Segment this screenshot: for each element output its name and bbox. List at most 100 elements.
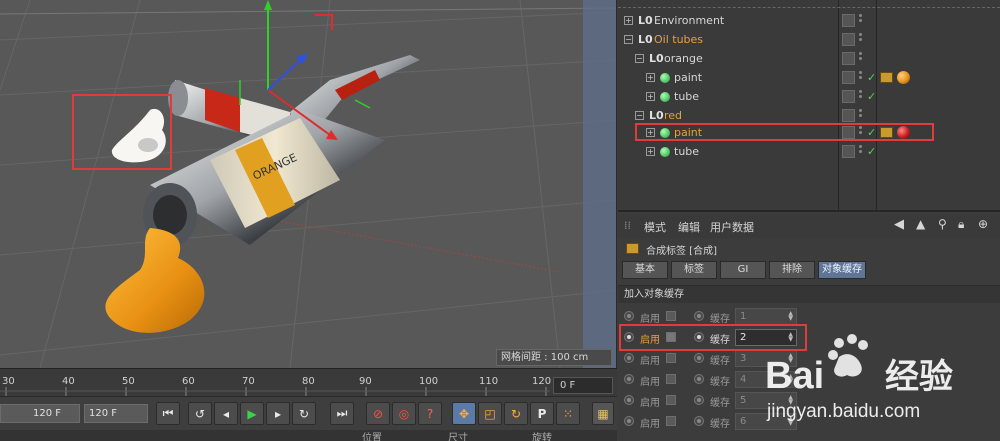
- 3d-viewport[interactable]: ORANGE 网格间距 : 100 cm: [0, 0, 617, 368]
- enabled-check-icon[interactable]: ✓: [867, 142, 876, 161]
- menu-user-data[interactable]: 用户数据: [710, 219, 754, 235]
- menu-mode[interactable]: 模式: [644, 219, 666, 235]
- expand-toggle[interactable]: +: [646, 73, 655, 82]
- object-row-tube-orange[interactable]: + tube ✓: [618, 87, 1000, 106]
- visibility-toggle[interactable]: [842, 52, 855, 65]
- record-scale-button[interactable]: ◰: [478, 402, 502, 425]
- enabled-check-icon[interactable]: ✓: [867, 68, 876, 87]
- visibility-toggle[interactable]: [842, 14, 855, 27]
- enable-label: 启用: [640, 419, 660, 430]
- visibility-toggle[interactable]: [842, 109, 855, 122]
- timeline-ruler[interactable]: 30 40 50 60 70 80 90 100 110 120: [0, 368, 617, 397]
- enable-checkbox[interactable]: [666, 374, 676, 384]
- lock-icon[interactable]: 🔒︎: [958, 217, 964, 232]
- back-arrow-icon[interactable]: ◀: [894, 217, 904, 232]
- animate-radio[interactable]: [624, 395, 634, 405]
- record-active-button[interactable]: ⊘: [366, 402, 390, 425]
- visibility-toggle[interactable]: [842, 145, 855, 158]
- collapse-toggle[interactable]: −: [635, 111, 644, 120]
- play-button[interactable]: ▶: [240, 402, 264, 425]
- current-frame-field[interactable]: 0 F: [553, 377, 613, 394]
- collapse-toggle[interactable]: −: [624, 35, 633, 44]
- next-key-button[interactable]: ↻: [292, 402, 316, 425]
- record-point-level-button[interactable]: ⁙: [556, 402, 580, 425]
- baidu-watermark: Bai 经验 jingyan.baidu.com: [757, 333, 997, 433]
- buffer-label: 缓存: [710, 419, 730, 430]
- enable-checkbox[interactable]: [666, 311, 676, 321]
- render-dots[interactable]: [859, 107, 863, 124]
- animate-radio[interactable]: [694, 311, 704, 321]
- buffer-number-field[interactable]: 1 ▲ ▼: [735, 308, 797, 325]
- object-row-orange[interactable]: − L0 orange: [618, 49, 1000, 68]
- animate-radio[interactable]: [694, 416, 704, 426]
- enable-checkbox[interactable]: [666, 416, 676, 426]
- object-name: orange: [664, 52, 703, 65]
- expand-toggle[interactable]: +: [624, 16, 633, 25]
- animate-radio[interactable]: [624, 311, 634, 321]
- collapse-toggle[interactable]: −: [635, 54, 644, 63]
- keyframe-selection-button[interactable]: ?: [418, 402, 442, 425]
- buffer-label: 缓存: [710, 314, 730, 325]
- render-dots[interactable]: [859, 143, 863, 160]
- animate-radio[interactable]: [694, 353, 704, 363]
- record-key-icon: ⊘: [372, 406, 384, 421]
- render-dots[interactable]: [859, 12, 863, 29]
- autokey-button[interactable]: ◎: [392, 402, 416, 425]
- animate-radio[interactable]: [694, 374, 704, 384]
- film-button[interactable]: ▦: [592, 402, 614, 425]
- animate-radio[interactable]: [624, 374, 634, 384]
- object-buffer-section-title: 加入对象缓存: [618, 285, 1000, 303]
- object-row-oil-tubes[interactable]: − L0 Oil tubes: [618, 30, 1000, 49]
- render-dots[interactable]: [859, 69, 863, 86]
- animate-radio[interactable]: [624, 416, 634, 426]
- next-key-icon: ↻: [298, 406, 310, 421]
- position-label: 位置: [362, 433, 382, 441]
- null-object-icon: L0: [638, 33, 653, 46]
- search-icon[interactable]: ⚲: [938, 217, 947, 231]
- material-tag-icon[interactable]: [897, 71, 910, 84]
- tab-object-buffer[interactable]: 对象缓存: [818, 261, 866, 279]
- record-parameter-button[interactable]: P: [530, 402, 554, 425]
- visibility-toggle[interactable]: [842, 71, 855, 84]
- end-frame-field[interactable]: 120 F: [0, 404, 80, 423]
- expand-toggle[interactable]: +: [646, 92, 655, 101]
- rotation-label: 旋转: [532, 433, 552, 441]
- null-object-icon: L0: [649, 52, 664, 65]
- up-arrow-icon[interactable]: ▲: [916, 217, 925, 231]
- visibility-toggle[interactable]: [842, 33, 855, 46]
- rotate-icon: ↻: [510, 406, 522, 421]
- animate-radio[interactable]: [694, 395, 704, 405]
- move-icon: ✥: [458, 406, 470, 421]
- object-row-environment[interactable]: + L0 Environment: [618, 11, 1000, 30]
- object-row-paint-orange[interactable]: + paint ✓: [618, 68, 1000, 87]
- tab-tag[interactable]: 标签: [671, 261, 717, 279]
- render-dots[interactable]: [859, 88, 863, 105]
- render-dots[interactable]: [859, 50, 863, 67]
- tab-basic[interactable]: 基本: [622, 261, 668, 279]
- tab-gi[interactable]: GI: [720, 261, 766, 279]
- record-position-button[interactable]: ✥: [452, 402, 476, 425]
- enable-checkbox[interactable]: [666, 395, 676, 405]
- expand-toggle[interactable]: +: [646, 147, 655, 156]
- previous-frame-button[interactable]: ◂: [214, 402, 238, 425]
- enabled-check-icon[interactable]: ✓: [867, 87, 876, 106]
- go-to-end-button[interactable]: ⏭: [330, 402, 354, 425]
- render-dots[interactable]: [859, 31, 863, 48]
- tick-label: 120: [532, 376, 552, 387]
- new-panel-icon[interactable]: ⊕: [978, 217, 988, 231]
- preview-end-field[interactable]: 120 F: [84, 404, 148, 423]
- object-row-tube-red[interactable]: + tube ✓: [618, 142, 1000, 161]
- go-to-start-button[interactable]: ⏮: [156, 402, 180, 425]
- compositing-tag-icon[interactable]: [880, 72, 893, 83]
- tree-top-row: [618, 0, 1000, 8]
- previous-key-button[interactable]: ↺: [188, 402, 212, 425]
- next-frame-button[interactable]: ▸: [266, 402, 290, 425]
- menu-edit[interactable]: 编辑: [678, 219, 700, 235]
- animate-radio[interactable]: [624, 353, 634, 363]
- visibility-toggle[interactable]: [842, 90, 855, 103]
- tab-exclusion[interactable]: 排除: [769, 261, 815, 279]
- enable-checkbox[interactable]: [666, 353, 676, 363]
- play-icon: ▶: [247, 406, 257, 421]
- record-rotation-button[interactable]: ↻: [504, 402, 528, 425]
- buffer-label: 缓存: [710, 377, 730, 388]
